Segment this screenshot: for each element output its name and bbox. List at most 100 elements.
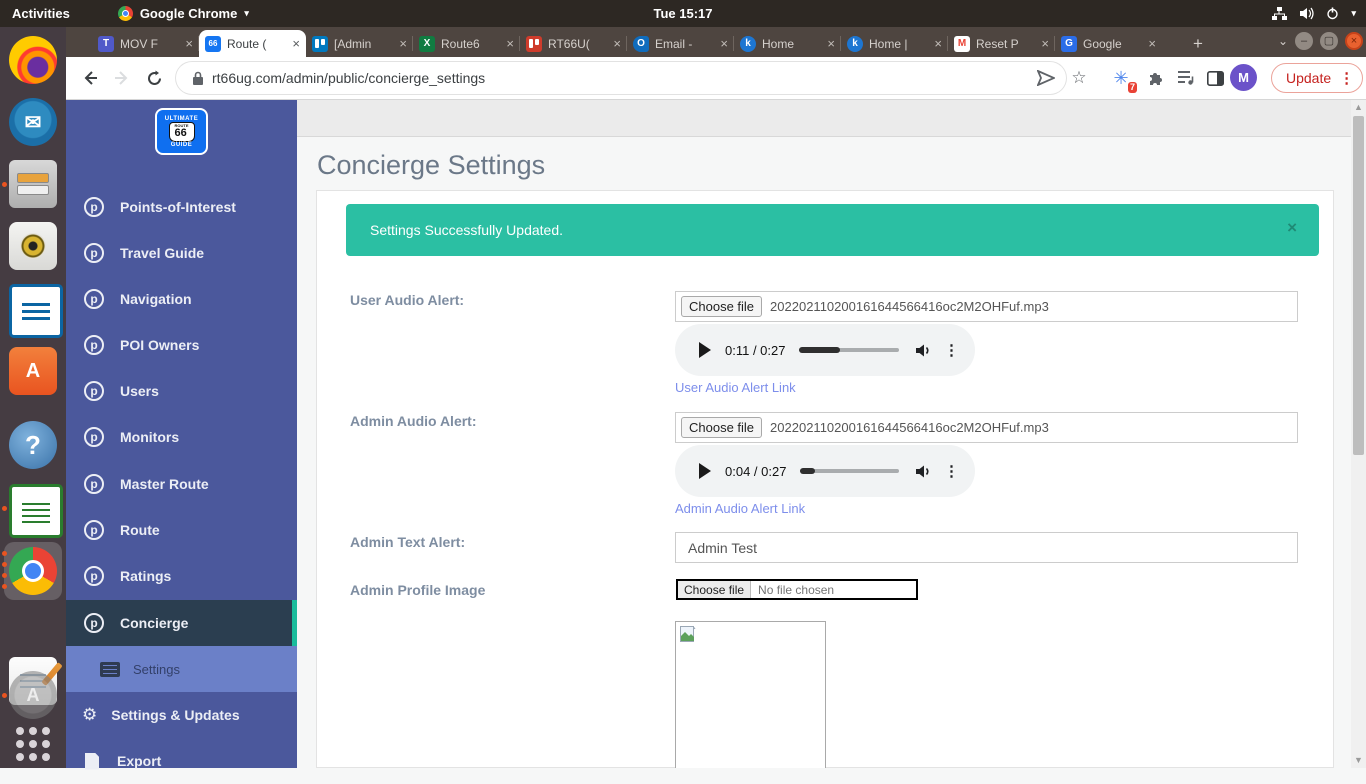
sidebar-item-monitors[interactable]: p Monitors [66, 414, 297, 460]
admin-image-label: Admin Profile Image [350, 582, 486, 598]
volume-icon[interactable] [1299, 7, 1315, 20]
activities-button[interactable]: Activities [12, 6, 70, 21]
admin-audio-link[interactable]: Admin Audio Alert Link [675, 501, 805, 516]
sidebar-item-settings-updates[interactable]: ⚙ Settings & Updates [66, 692, 297, 738]
address-bar[interactable]: rt66ug.com/admin/public/concierge_settin… [176, 62, 1066, 94]
route66-logo[interactable]: ULTIMATE ROUTE 66 GUIDE [155, 108, 208, 155]
admin-text-input[interactable]: Admin Test [675, 532, 1298, 563]
dock-indicator-dot [2, 573, 7, 578]
caret-down-icon[interactable]: ▾ [1351, 8, 1356, 19]
user-audio-link[interactable]: User Audio Alert Link [675, 380, 796, 395]
tab-close-icon[interactable]: × [1041, 36, 1049, 51]
play-icon[interactable] [699, 463, 711, 479]
url-text[interactable]: rt66ug.com/admin/public/concierge_settin… [212, 70, 485, 86]
sidebar-subitem-settings[interactable]: Settings [66, 646, 297, 692]
tab-close-icon[interactable]: × [292, 36, 300, 51]
send-icon[interactable] [1034, 66, 1058, 90]
dock-indicator-dot [2, 506, 7, 511]
admin-sidebar: ULTIMATE ROUTE 66 GUIDE p Points-of-Inter… [66, 100, 297, 770]
browser-menu-kebab-icon[interactable]: ⋮ [1339, 69, 1354, 87]
extension-snowflake-icon[interactable]: ✳ 7 [1109, 66, 1137, 93]
dock-chrome-icon[interactable] [9, 547, 57, 595]
back-button[interactable] [78, 66, 102, 90]
tab-mov[interactable]: T MOV F × [92, 30, 199, 57]
audio-seekbar[interactable] [800, 468, 899, 474]
scrollbar-thumb[interactable] [1353, 116, 1364, 455]
sidebar-item-master-route[interactable]: p Master Route [66, 461, 297, 507]
reading-list-icon[interactable] [1174, 66, 1198, 90]
dock-software-icon[interactable]: A [9, 347, 57, 395]
tab-close-icon[interactable]: × [399, 36, 407, 51]
power-icon[interactable] [1326, 7, 1339, 20]
network-icon[interactable] [1272, 7, 1288, 20]
tab-close-icon[interactable]: × [720, 36, 728, 51]
tab-close-icon[interactable]: × [827, 36, 835, 51]
tab-route6-excel[interactable]: X Route6 × [413, 30, 520, 57]
window-maximize-button[interactable]: ▢ [1320, 32, 1338, 50]
choose-file-button[interactable]: Choose file [678, 581, 752, 598]
dock-archive-icon[interactable] [9, 160, 57, 208]
sidebar-item-users[interactable]: p Users [66, 368, 297, 414]
window-close-button[interactable]: × [1345, 32, 1363, 50]
volume-icon[interactable] [915, 464, 932, 479]
update-button[interactable]: Update ⋮ [1271, 63, 1364, 93]
sidebar-item-poi-owners[interactable]: p POI Owners [66, 322, 297, 368]
window-minimize-button[interactable]: – [1295, 32, 1313, 50]
sidebar-item-route[interactable]: p Route [66, 507, 297, 553]
tab-route-active[interactable]: 66 Route ( × [199, 30, 306, 57]
audio-seekbar[interactable] [799, 347, 899, 353]
sidebar-item-export[interactable]: Export [66, 738, 297, 784]
admin-audio-file-input[interactable]: Choose file 202202110200161644566416oc2M… [675, 412, 1298, 443]
alert-close-icon[interactable]: × [1287, 218, 1297, 238]
dock-calc-icon[interactable] [9, 484, 63, 538]
scroll-up-icon[interactable]: ▲ [1354, 103, 1363, 112]
sidebar-item-travel-guide[interactable]: p Travel Guide [66, 230, 297, 276]
tab-close-icon[interactable]: × [613, 36, 621, 51]
caret-down-icon: ▾ [244, 8, 249, 18]
audio-menu-kebab-icon[interactable]: ⋮ [944, 462, 959, 480]
profile-avatar[interactable]: M [1230, 64, 1257, 91]
sidebar-item-navigation[interactable]: p Navigation [66, 276, 297, 322]
dock-rhythmbox-icon[interactable] [9, 222, 57, 270]
dock-thunderbird-icon[interactable]: ✉ [9, 98, 57, 146]
trello-favicon [312, 35, 328, 52]
tab-google[interactable]: G Google × [1055, 30, 1162, 57]
tab-close-icon[interactable]: × [1148, 36, 1156, 51]
user-audio-file-input[interactable]: Choose file 202202110200161644566416oc2M… [675, 291, 1298, 322]
admin-image-file-input[interactable]: Choose file No file chosen [676, 579, 918, 600]
tab-home-1[interactable]: k Home × [734, 30, 841, 57]
page-scrollbar[interactable]: ▲ ▼ [1351, 100, 1366, 768]
extensions-puzzle-icon[interactable] [1144, 66, 1168, 90]
sidebar-item-concierge[interactable]: p Concierge [66, 600, 297, 646]
scroll-down-icon[interactable]: ▼ [1354, 756, 1363, 765]
choose-file-button[interactable]: Choose file [681, 417, 763, 438]
tab-email[interactable]: O Email - × [627, 30, 734, 57]
bookmark-star-icon[interactable]: ☆ [1067, 66, 1091, 90]
tab-close-icon[interactable]: × [506, 36, 514, 51]
dock-writer-icon[interactable] [9, 284, 63, 338]
audio-menu-kebab-icon[interactable]: ⋮ [944, 341, 959, 359]
tab-close-icon[interactable]: × [185, 36, 193, 51]
sidebar-item-points-of-interest[interactable]: p Points-of-Interest [66, 184, 297, 230]
volume-icon[interactable] [915, 343, 932, 358]
new-tab-button[interactable]: + [1186, 32, 1210, 56]
forward-button[interactable] [110, 66, 134, 90]
dock-updater-icon[interactable]: A [9, 671, 57, 719]
clock[interactable]: Tue 15:17 [653, 6, 712, 21]
app-menu[interactable]: Google Chrome ▾ [117, 6, 249, 21]
dock-help-icon[interactable]: ? [9, 421, 57, 469]
tab-rt66[interactable]: RT66U( × [520, 30, 627, 57]
side-panel-icon[interactable] [1203, 66, 1227, 90]
sidebar-item-ratings[interactable]: p Ratings [66, 553, 297, 599]
dock-firefox-icon[interactable] [9, 36, 57, 84]
tab-admin[interactable]: [Admin × [306, 30, 413, 57]
play-icon[interactable] [699, 342, 711, 358]
main-content: Concierge Settings Settings Successfully… [297, 100, 1351, 768]
reload-button[interactable] [142, 66, 166, 90]
trello-red-favicon [526, 35, 542, 52]
tab-home-2[interactable]: k Home | × [841, 30, 948, 57]
tab-search-chevron-icon[interactable]: ⌄ [1278, 34, 1288, 48]
choose-file-button[interactable]: Choose file [681, 296, 763, 317]
tab-close-icon[interactable]: × [934, 36, 942, 51]
tab-reset[interactable]: M Reset P × [948, 30, 1055, 57]
